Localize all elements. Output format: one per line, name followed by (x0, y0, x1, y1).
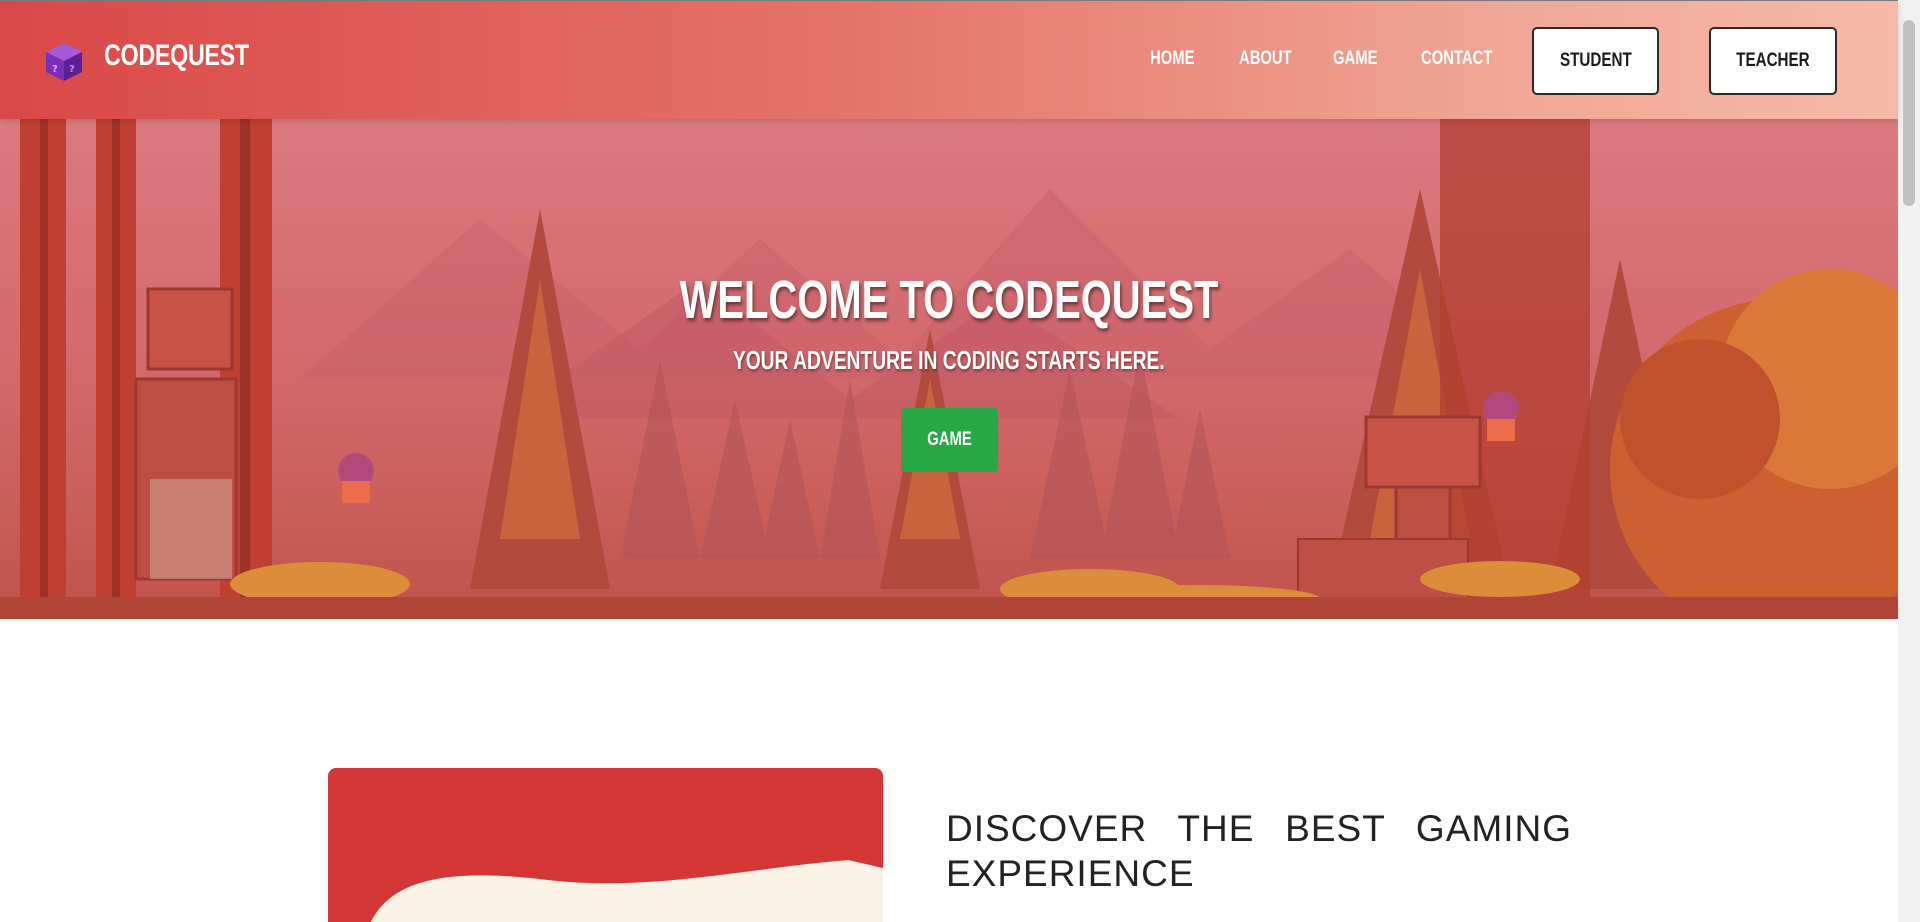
brand-name[interactable]: CODEQUEST (104, 39, 249, 73)
purple-cube-icon[interactable]: ? ? (44, 41, 84, 83)
teacher-button-label: TEACHER (1736, 50, 1810, 71)
game-button[interactable]: GAME (901, 408, 998, 472)
hero-title-text: WELCOME TO CODEQUEST (679, 270, 1219, 330)
nav-game[interactable]: GAME (1333, 48, 1377, 70)
nav-home[interactable]: HOME (1150, 48, 1194, 70)
section-heading: DISCOVER THE BEST GAMING EXPERIENCE (946, 808, 1572, 894)
hero-subtitle-text: YOUR ADVENTURE IN CODING STARTS HERE. (733, 345, 1165, 375)
wave-illustration (370, 860, 883, 922)
feature-image (328, 768, 883, 922)
page-scrollbar[interactable] (1898, 0, 1920, 922)
student-button-label: STUDENT (1559, 50, 1632, 71)
game-button-label: GAME (927, 429, 972, 450)
teacher-button[interactable]: TEACHER (1709, 27, 1837, 95)
scroll-thumb[interactable] (1903, 20, 1915, 206)
site-header: ? ? CODEQUEST HOME ABOUT GAME CONTACT ST… (0, 0, 1898, 119)
svg-text:?: ? (69, 64, 75, 75)
nav-contact[interactable]: CONTACT (1421, 48, 1492, 70)
hero-subtitle: YOUR ADVENTURE IN CODING STARTS HERE. (0, 345, 1898, 376)
hero-title: WELCOME TO CODEQUEST (0, 269, 1898, 331)
hero-banner: WELCOME TO CODEQUEST YOUR ADVENTURE IN C… (0, 119, 1898, 619)
svg-text:?: ? (52, 64, 58, 75)
nav-about[interactable]: ABOUT (1239, 48, 1292, 70)
student-button[interactable]: STUDENT (1532, 27, 1659, 95)
